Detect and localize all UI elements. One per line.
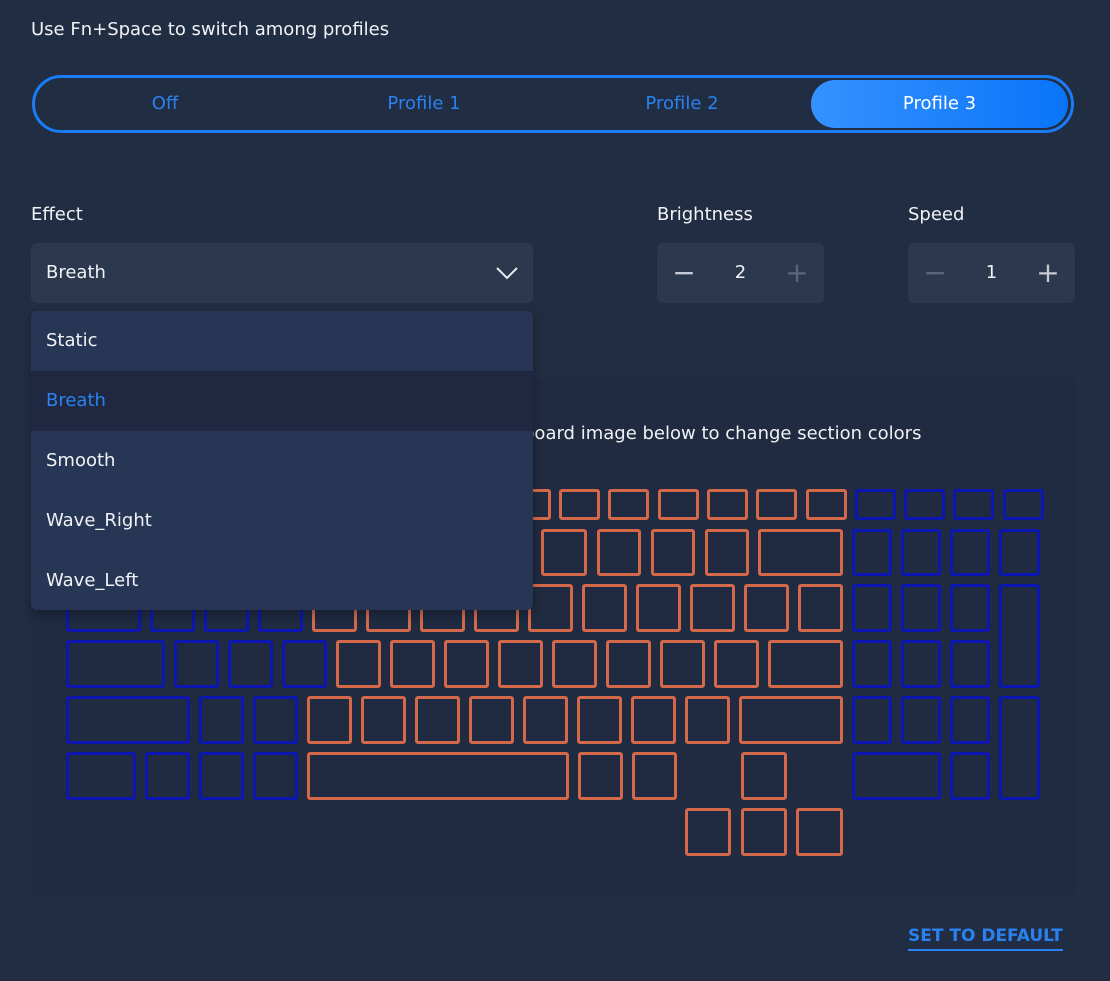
keyboard-key-side-zone[interactable] bbox=[999, 696, 1040, 800]
keyboard-key-main-zone[interactable] bbox=[685, 808, 731, 856]
effect-option-wave-left[interactable]: Wave_Left bbox=[31, 551, 533, 610]
keyboard-key-side-zone[interactable] bbox=[852, 640, 892, 688]
keyboard-key-main-zone[interactable] bbox=[390, 640, 435, 688]
keyboard-key-main-zone[interactable] bbox=[796, 808, 843, 856]
keyboard-key-side-zone[interactable] bbox=[953, 489, 994, 520]
keyboard-key-main-zone[interactable] bbox=[608, 489, 649, 520]
profile-tab-off[interactable]: Off bbox=[35, 78, 295, 130]
keyboard-key-main-zone[interactable] bbox=[756, 489, 797, 520]
keyboard-key-main-zone[interactable] bbox=[552, 640, 597, 688]
keyboard-key-side-zone[interactable] bbox=[904, 489, 945, 520]
keyboard-key-main-zone[interactable] bbox=[660, 640, 705, 688]
keyboard-key-main-zone[interactable] bbox=[798, 584, 843, 632]
keyboard-key-main-zone[interactable] bbox=[578, 752, 623, 800]
keyboard-key-side-zone[interactable] bbox=[66, 752, 136, 800]
keyboard-key-side-zone[interactable] bbox=[199, 752, 244, 800]
keyboard-key-main-zone[interactable] bbox=[636, 584, 681, 632]
keyboard-key-main-zone[interactable] bbox=[307, 752, 569, 800]
profile-tab-3[interactable]: Profile 3 bbox=[811, 80, 1068, 128]
keyboard-key-main-zone[interactable] bbox=[690, 584, 735, 632]
keyboard-key-main-zone[interactable] bbox=[444, 640, 489, 688]
keyboard-key-main-zone[interactable] bbox=[741, 752, 787, 800]
keyboard-key-side-zone[interactable] bbox=[901, 696, 941, 744]
keyboard-key-main-zone[interactable] bbox=[705, 529, 749, 576]
keyboard-key-side-zone[interactable] bbox=[145, 752, 190, 800]
keyboard-key-main-zone[interactable] bbox=[632, 752, 677, 800]
brightness-stepper: − 2 + bbox=[657, 243, 824, 303]
effect-option-breath[interactable]: Breath bbox=[31, 371, 533, 431]
keyboard-key-main-zone[interactable] bbox=[582, 584, 627, 632]
effect-value: Breath bbox=[46, 262, 106, 283]
keyboard-key-main-zone[interactable] bbox=[741, 808, 787, 856]
brightness-label: Brightness bbox=[657, 204, 753, 225]
effect-option-static[interactable]: Static bbox=[31, 311, 533, 371]
keyboard-key-side-zone[interactable] bbox=[855, 489, 896, 520]
keyboard-key-side-zone[interactable] bbox=[1003, 489, 1044, 520]
keyboard-key-side-zone[interactable] bbox=[66, 696, 190, 744]
keyboard-key-main-zone[interactable] bbox=[707, 489, 748, 520]
keyboard-key-side-zone[interactable] bbox=[253, 696, 298, 744]
keyboard-key-main-zone[interactable] bbox=[651, 529, 695, 576]
keyboard-key-side-zone[interactable] bbox=[852, 752, 941, 800]
keyboard-key-side-zone[interactable] bbox=[901, 640, 941, 688]
keyboard-key-main-zone[interactable] bbox=[685, 696, 730, 744]
keyboard-key-side-zone[interactable] bbox=[228, 640, 273, 688]
keyboard-key-side-zone[interactable] bbox=[950, 529, 990, 576]
keyboard-key-side-zone[interactable] bbox=[950, 696, 990, 744]
keyboard-key-main-zone[interactable] bbox=[523, 696, 568, 744]
keyboard-key-side-zone[interactable] bbox=[852, 529, 892, 576]
keyboard-key-main-zone[interactable] bbox=[361, 696, 406, 744]
keyboard-key-main-zone[interactable] bbox=[307, 696, 352, 744]
keyboard-key-side-zone[interactable] bbox=[852, 696, 892, 744]
keyboard-key-main-zone[interactable] bbox=[498, 640, 543, 688]
keyboard-key-main-zone[interactable] bbox=[631, 696, 676, 744]
speed-label: Speed bbox=[908, 204, 964, 225]
keyboard-key-side-zone[interactable] bbox=[901, 529, 941, 576]
keyboard-key-main-zone[interactable] bbox=[744, 584, 789, 632]
keyboard-key-main-zone[interactable] bbox=[469, 696, 514, 744]
keyboard-key-main-zone[interactable] bbox=[597, 529, 641, 576]
profile-selector: Off Profile 1 Profile 2 Profile 3 bbox=[32, 75, 1074, 133]
keyboard-key-main-zone[interactable] bbox=[336, 640, 381, 688]
keyboard-key-side-zone[interactable] bbox=[999, 584, 1040, 688]
profile-tab-1[interactable]: Profile 1 bbox=[295, 78, 553, 130]
keyboard-key-main-zone[interactable] bbox=[577, 696, 622, 744]
keyboard-key-main-zone[interactable] bbox=[541, 529, 587, 576]
keyboard-key-main-zone[interactable] bbox=[806, 489, 847, 520]
keyboard-key-side-zone[interactable] bbox=[999, 529, 1040, 576]
keyboard-key-main-zone[interactable] bbox=[415, 696, 460, 744]
keyboard-key-main-zone[interactable] bbox=[739, 696, 843, 744]
effect-dropdown[interactable]: Breath bbox=[31, 243, 533, 303]
effect-option-smooth[interactable]: Smooth bbox=[31, 431, 533, 491]
keyboard-key-side-zone[interactable] bbox=[199, 696, 244, 744]
keyboard-hint: board image below to change section colo… bbox=[523, 423, 921, 444]
keyboard-key-side-zone[interactable] bbox=[950, 584, 990, 632]
profile-switch-hint: Use Fn+Space to switch among profiles bbox=[31, 19, 389, 40]
keyboard-key-side-zone[interactable] bbox=[66, 640, 165, 688]
chevron-down-icon bbox=[495, 263, 519, 283]
keyboard-key-side-zone[interactable] bbox=[901, 584, 941, 632]
keyboard-key-side-zone[interactable] bbox=[253, 752, 298, 800]
keyboard-key-side-zone[interactable] bbox=[852, 584, 892, 632]
keyboard-key-side-zone[interactable] bbox=[174, 640, 219, 688]
profile-tab-2[interactable]: Profile 2 bbox=[553, 78, 811, 130]
set-to-default-button[interactable]: SET TO DEFAULT bbox=[908, 926, 1063, 951]
keyboard-key-side-zone[interactable] bbox=[282, 640, 327, 688]
effect-label: Effect bbox=[31, 204, 83, 225]
keyboard-key-main-zone[interactable] bbox=[758, 529, 843, 576]
effect-option-wave-right[interactable]: Wave_Right bbox=[31, 491, 533, 551]
keyboard-key-main-zone[interactable] bbox=[714, 640, 759, 688]
keyboard-key-side-zone[interactable] bbox=[950, 640, 990, 688]
keyboard-key-main-zone[interactable] bbox=[658, 489, 699, 520]
keyboard-key-main-zone[interactable] bbox=[768, 640, 843, 688]
brightness-increase-button[interactable]: + bbox=[782, 255, 812, 291]
keyboard-key-main-zone[interactable] bbox=[528, 584, 573, 632]
keyboard-key-main-zone[interactable] bbox=[606, 640, 651, 688]
speed-increase-button[interactable]: + bbox=[1033, 255, 1063, 291]
keyboard-key-side-zone[interactable] bbox=[950, 752, 990, 800]
speed-stepper: − 1 + bbox=[908, 243, 1075, 303]
keyboard-key-main-zone[interactable] bbox=[559, 489, 600, 520]
effect-options-list: Static Breath Smooth Wave_Right Wave_Lef… bbox=[31, 311, 533, 610]
